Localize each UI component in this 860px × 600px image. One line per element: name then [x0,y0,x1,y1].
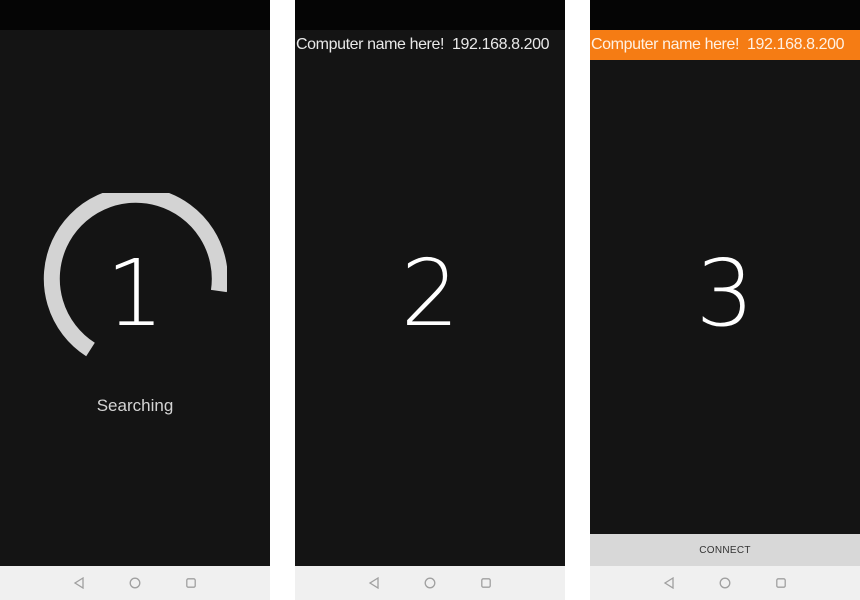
recents-square-icon[interactable] [183,575,199,591]
navigation-bar [295,566,565,600]
device-name: Computer name here! [296,36,445,53]
recents-square-icon[interactable] [478,575,494,591]
status-bar [590,0,860,30]
device-ip: 192.168.8.200 [452,36,550,53]
device-ip: 192.168.8.200 [747,36,845,53]
device-list-item[interactable]: Computer name here! 192.168.8.200 [295,30,565,60]
home-circle-icon[interactable] [127,575,143,591]
back-triangle-icon[interactable] [661,575,677,591]
screen-2-device-found: Computer name here! 192.168.8.200 2 [295,0,565,600]
recents-square-icon[interactable] [773,575,789,591]
navigation-bar [0,566,270,600]
navigation-bar [590,566,860,600]
step-number: 1 [105,240,165,347]
device-list-item-selected[interactable]: Computer name here! 192.168.8.200 [590,30,860,60]
back-triangle-icon[interactable] [71,575,87,591]
back-triangle-icon[interactable] [366,575,382,591]
screen-1-searching: 1 Searching [0,0,270,600]
step-number: 3 [695,240,755,347]
status-bar [295,0,565,30]
step-number: 2 [400,240,460,347]
status-bar [0,0,270,30]
home-circle-icon[interactable] [717,575,733,591]
connect-button[interactable]: CONNECT [590,534,860,566]
home-circle-icon[interactable] [422,575,438,591]
device-name: Computer name here! [591,36,740,53]
screen-3-device-selected: Computer name here! 192.168.8.200 3 CONN… [590,0,860,600]
storyboard: 1 Searching Computer name here! 192.168.… [0,0,860,600]
searching-status-text: Searching [96,396,174,415]
